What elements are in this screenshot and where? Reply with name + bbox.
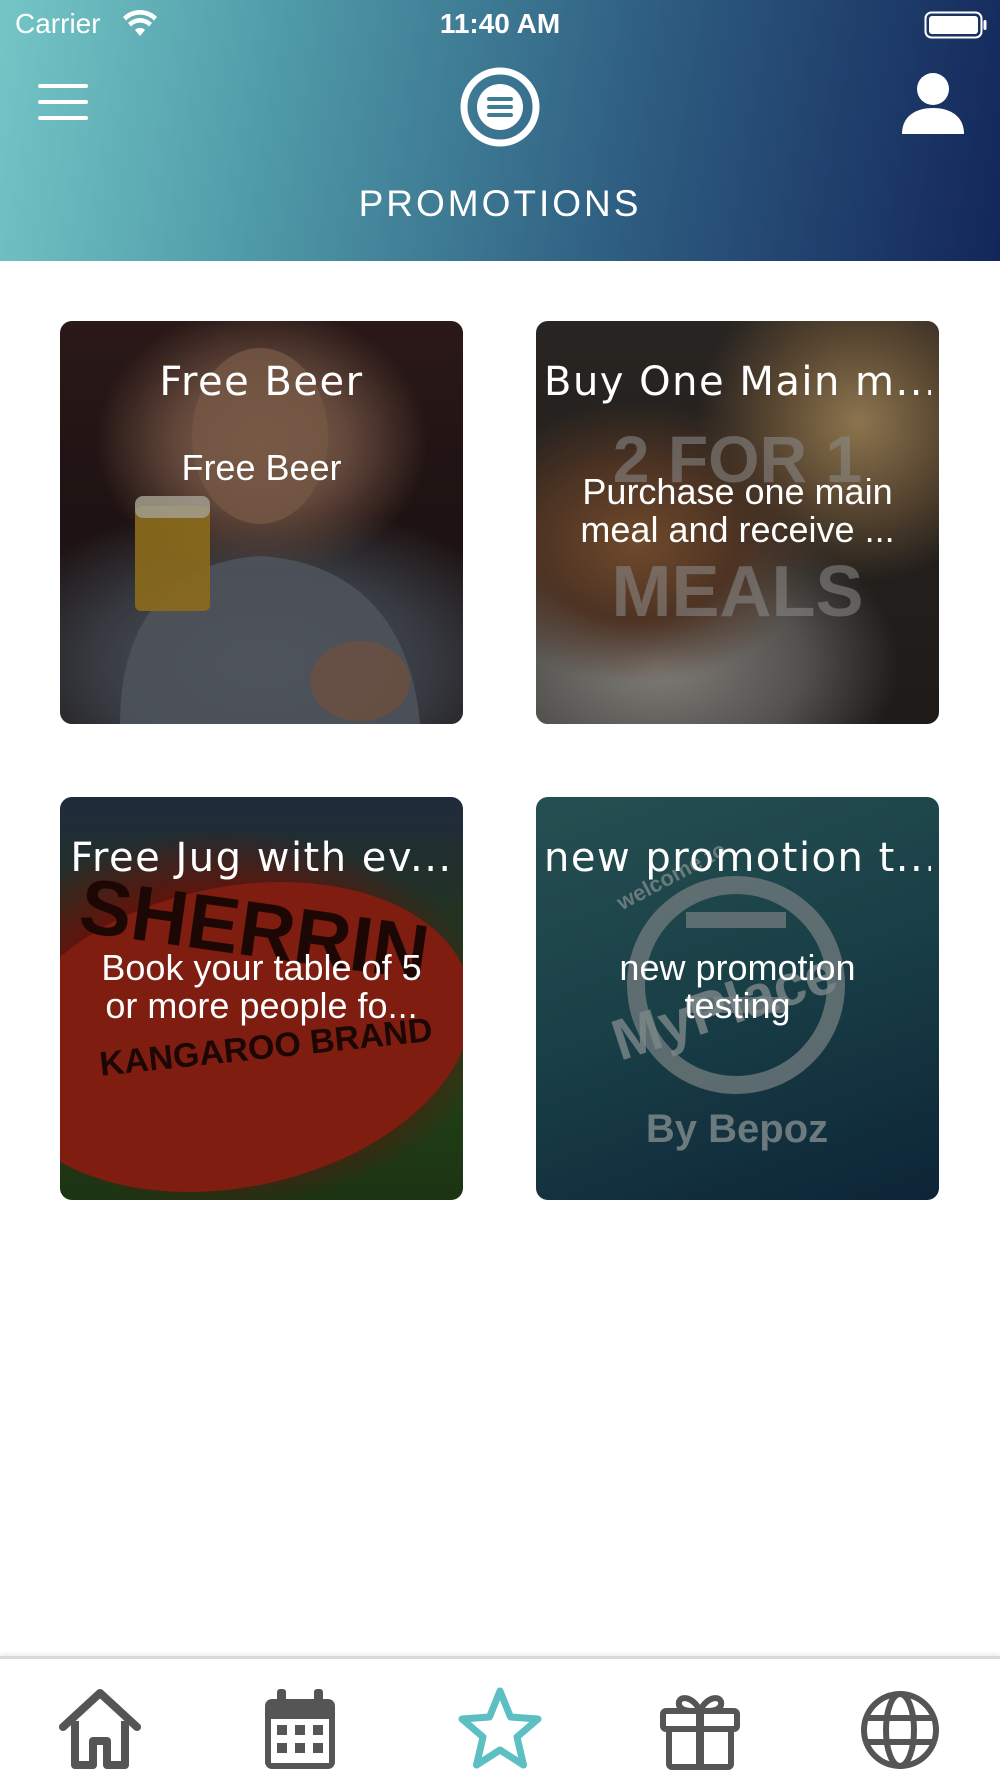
- tab-promotions[interactable]: [455, 1685, 545, 1775]
- promotion-description-line: Purchase one main: [582, 471, 893, 512]
- promotion-title: new promotion t...: [544, 835, 931, 881]
- status-time: 11:40 AM: [439, 8, 561, 39]
- promotion-description: Book your table of 5 or more people fo..…: [80, 949, 443, 1025]
- page-title: PROMOTIONS: [358, 183, 642, 224]
- promotion-description: Purchase one main meal and receive ...: [556, 473, 919, 549]
- promotion-card-free-jug[interactable]: SHERRIN KANGAROO BRAND Free Jug with ev.…: [60, 797, 463, 1200]
- promotion-description: new promotion testing: [556, 949, 919, 1025]
- battery-icon: [924, 11, 987, 39]
- promotion-card-buy-one-main[interactable]: 2 FOR 1 MEALS Buy One Main m... Purchase…: [536, 321, 939, 724]
- gift-icon: [660, 1695, 740, 1770]
- promotion-title: Buy One Main m...: [544, 359, 931, 405]
- promotion-title: Free Jug with ev...: [70, 835, 453, 881]
- promotion-description-line: testing: [684, 985, 791, 1026]
- calendar-icon: [265, 1689, 335, 1769]
- promotion-card-new-promotion[interactable]: welcome to MyPlace By Bepoz new promotio…: [536, 797, 939, 1200]
- promotion-description-line: meal and receive ...: [580, 509, 895, 550]
- home-icon: [59, 1689, 141, 1769]
- promotion-card-free-beer[interactable]: Free Beer Free Beer: [60, 321, 463, 724]
- promotion-description-line: new promotion: [619, 947, 856, 988]
- star-icon: [458, 1687, 542, 1769]
- tab-gifts[interactable]: [655, 1685, 745, 1775]
- promotion-description-line: Book your table of 5: [101, 947, 422, 988]
- tab-calendar[interactable]: [255, 1685, 345, 1775]
- tab-web[interactable]: [855, 1685, 945, 1775]
- hamburger-menu-icon[interactable]: [38, 83, 88, 121]
- user-profile-icon[interactable]: [900, 72, 966, 134]
- bottom-tab-bar: [0, 1656, 1000, 1778]
- globe-icon: [861, 1691, 939, 1769]
- circle-list-logo-icon: [460, 67, 540, 147]
- promotion-title: Free Beer: [159, 359, 364, 405]
- promotion-description: Free Beer: [181, 447, 342, 488]
- status-bar: Carrier 11:40 AM: [0, 0, 1000, 50]
- header: Carrier 11:40 AM PROMOTIONS: [0, 0, 1000, 261]
- tab-home[interactable]: [55, 1685, 145, 1775]
- promotion-description-line: or more people fo...: [105, 985, 418, 1026]
